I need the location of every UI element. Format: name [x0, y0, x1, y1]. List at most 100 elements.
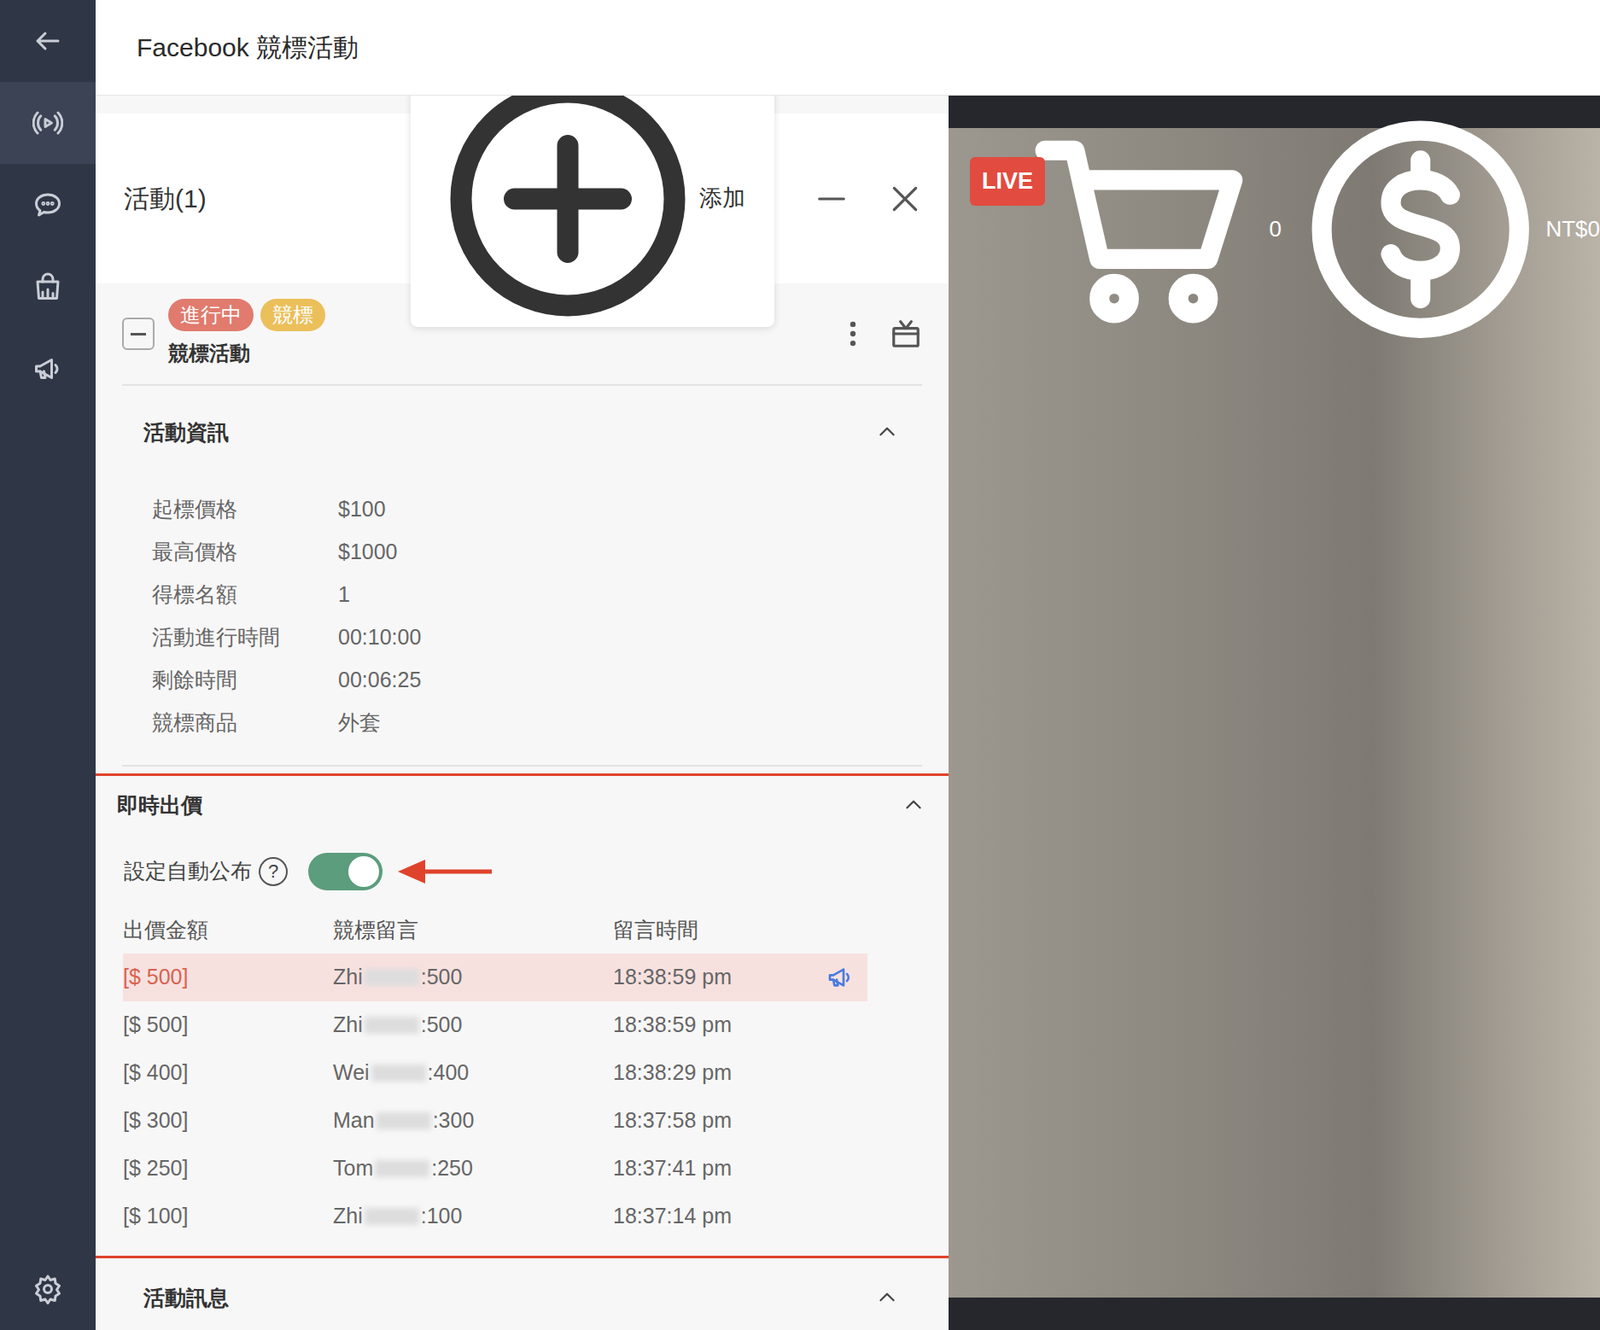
- activity-info: 進行中競標競標活動: [168, 298, 326, 369]
- comment-text: :500: [420, 1009, 463, 1042]
- info-list: 起標價格$100最高價格$1000得標名額1活動進行時間00:10:00剩餘時間…: [122, 464, 923, 765]
- more-icon[interactable]: [836, 317, 870, 351]
- bid-time: 18:37:14 pm: [613, 1200, 817, 1233]
- gift-icon[interactable]: [889, 317, 923, 351]
- tag-list: 進行中競標: [168, 298, 326, 332]
- bid-time: 18:38:59 pm: [613, 1009, 817, 1042]
- redacted-name: [371, 1064, 427, 1082]
- info-value: 1: [338, 578, 351, 612]
- coin-icon: [1302, 110, 1539, 348]
- activity-item: 進行中競標競標活動: [122, 283, 923, 386]
- column-header: 競標留言: [332, 914, 614, 947]
- info-value: 外套: [338, 706, 381, 740]
- info-row: 最高價格$1000: [151, 531, 923, 574]
- bid-row[interactable]: [$ 300]Man:30018:37:58 pm: [122, 1097, 868, 1145]
- info-row: 剩餘時間00:06:25: [151, 659, 923, 702]
- sidebar-item[interactable]: [0, 81, 96, 164]
- messages-title: 活動訊息: [143, 1284, 229, 1311]
- auto-publish-toggle[interactable]: [308, 852, 383, 891]
- bidder-name: Zhi: [332, 961, 363, 994]
- bid-amount: [$ 100]: [122, 1200, 333, 1233]
- megaphone-icon[interactable]: [826, 963, 854, 992]
- bid-comment: Zhi :500: [332, 1009, 614, 1042]
- bids-section: 即時出價設定自動公布?出價金額競標留言留言時間[$ 500]Zhi:50018:…: [95, 773, 949, 1259]
- bid-comment: Man :300: [332, 1104, 614, 1138]
- bidder-name: Tom: [332, 1152, 374, 1186]
- chevron-icon[interactable]: [875, 1286, 899, 1309]
- close-icon[interactable]: [888, 182, 922, 216]
- comment-text: :400: [427, 1056, 470, 1090]
- page-title: Facebook 競標活動: [136, 32, 359, 64]
- activity-panel: 活動(1)添加進行中競標競標活動活動資訊起標價格$100最高價格$1000得標名…: [95, 95, 949, 1330]
- bid-row[interactable]: [$ 500]Zhi :500 18:38:59 pm: [122, 1001, 868, 1050]
- sidebar: [0, 0, 96, 1330]
- bid-time: 18:38:29 pm: [613, 1056, 817, 1090]
- bids-header[interactable]: 即時出價: [95, 776, 949, 835]
- bid-amount: [$ 300]: [122, 1104, 333, 1138]
- comment-text: :100: [420, 1200, 463, 1233]
- page-header: Facebook 競標活動: [95, 0, 1600, 96]
- status-tag: 競標: [260, 298, 326, 332]
- bid-comment: Zhi:500: [332, 961, 614, 994]
- bidder-name: Zhi: [332, 1009, 363, 1042]
- panel-title: 活動(1): [123, 179, 207, 218]
- bids-title: 即時出價: [116, 792, 203, 818]
- chevron-icon[interactable]: [902, 794, 925, 817]
- status-tag: 進行中: [168, 298, 254, 332]
- info-row: 起標價格$100: [151, 488, 923, 532]
- sidebar-item[interactable]: [0, 0, 96, 82]
- sidebar-item[interactable]: [0, 163, 96, 246]
- plus-icon: [439, 95, 696, 328]
- help-icon[interactable]: ?: [258, 857, 288, 887]
- bid-amount: [$ 500]: [122, 961, 333, 994]
- info-label: 起標價格: [151, 493, 339, 526]
- info-label: 最高價格: [151, 536, 339, 569]
- comment-text: :250: [431, 1152, 473, 1186]
- live-icon: [32, 107, 64, 139]
- minimize-icon[interactable]: [815, 182, 848, 216]
- bid-row[interactable]: [$ 400]Wei:40018:38:29 pm: [122, 1049, 868, 1098]
- redacted-name: [364, 1208, 420, 1226]
- bid-row[interactable]: [$ 500]Zhi:50018:38:59 pm: [122, 953, 868, 1002]
- auto-publish-label: 設定自動公布: [123, 855, 252, 888]
- bid-row[interactable]: [$ 250]Tom :250 18:37:41 pm: [122, 1144, 868, 1193]
- sidebar-item[interactable]: [0, 1248, 96, 1330]
- bid-row[interactable]: [$ 100]Zhi :100 18:37:14 pm: [122, 1192, 868, 1241]
- bidder-name: Zhi: [332, 1200, 363, 1233]
- redacted-name: [376, 1112, 432, 1130]
- chat-icon: [32, 189, 64, 221]
- messages-section: 活動訊息: [122, 1265, 923, 1330]
- redacted-name: [364, 969, 420, 987]
- shop-icon: [32, 271, 64, 303]
- messages-header[interactable]: 活動訊息: [122, 1265, 923, 1330]
- info-label: 活動進行時間: [151, 621, 339, 655]
- video-stats: 0NT$0: [1025, 110, 1600, 348]
- info-title: 活動資訊: [143, 419, 229, 445]
- add-button[interactable]: 添加: [410, 95, 775, 328]
- sidebar-item[interactable]: [0, 327, 96, 410]
- bid-time: 18:38:59 pm: [613, 961, 817, 994]
- collapse-toggle[interactable]: [122, 317, 155, 351]
- live-badge: LIVE: [969, 157, 1046, 206]
- toggle-knob: [348, 856, 380, 888]
- comment-text: :300: [432, 1104, 475, 1138]
- info-label: 剩餘時間: [151, 664, 339, 697]
- main-area: Facebook 競標活動活動(1)添加進行中競標競標活動活動資訊起標價格$10…: [95, 0, 1600, 1330]
- bid-amount: [$ 250]: [122, 1152, 333, 1186]
- column-header: 出價金額: [122, 914, 333, 947]
- work-area: 活動(1)添加進行中競標競標活動活動資訊起標價格$100最高價格$1000得標名…: [95, 95, 1600, 1330]
- info-value: $1000: [338, 536, 398, 569]
- bid-time: 18:37:41 pm: [613, 1152, 817, 1186]
- promo-icon: [32, 353, 64, 385]
- info-value: $100: [338, 493, 386, 526]
- bidder-name: Man: [332, 1104, 375, 1138]
- bid-amount: [$ 500]: [122, 1009, 333, 1042]
- redacted-name: [364, 1016, 420, 1034]
- redacted-name: [374, 1160, 430, 1178]
- sales-amount: NT$0: [1545, 212, 1600, 246]
- back-icon: [32, 25, 64, 57]
- info-header[interactable]: 活動資訊: [122, 399, 923, 465]
- table-header: 出價金額競標留言留言時間: [122, 907, 868, 954]
- chevron-icon[interactable]: [875, 420, 899, 444]
- sidebar-item[interactable]: [0, 245, 96, 328]
